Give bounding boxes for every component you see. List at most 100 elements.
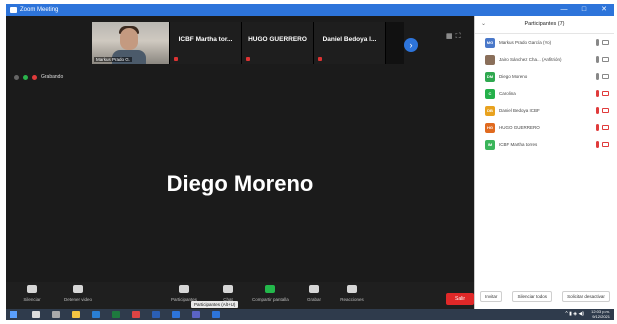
stop-video-button[interactable]: Detener video bbox=[60, 285, 96, 302]
avatar: MG bbox=[485, 38, 495, 48]
thumbnail-camera[interactable]: Markus Prado G. bbox=[92, 22, 170, 64]
video-area: Markus Prado G. ICBF Martha tor... HUGO … bbox=[6, 16, 474, 291]
participants-panel: ⌄ Participantes (7) MG Markus Prado Garcí… bbox=[474, 16, 614, 309]
clock-date: 9/12/2021 bbox=[592, 313, 610, 319]
participant-name: Diego Moreno bbox=[499, 74, 528, 79]
next-page-icon[interactable]: › bbox=[404, 38, 418, 52]
mic-muted-icon[interactable] bbox=[596, 90, 599, 97]
avatar: HG bbox=[485, 123, 495, 133]
fullscreen-icon[interactable]: ⛶ bbox=[456, 33, 464, 40]
panel-footer: Invitar Silenciar todos Solicitar desact… bbox=[475, 283, 614, 309]
record-label: Grabar bbox=[306, 297, 321, 302]
record-icon bbox=[309, 285, 319, 293]
mute-all-button[interactable]: Silenciar todos bbox=[512, 290, 552, 302]
more-options-button[interactable]: Solicitar desactivar bbox=[562, 290, 610, 302]
invite-button[interactable]: Invitar bbox=[480, 290, 503, 302]
minimize-icon[interactable]: — bbox=[554, 4, 574, 16]
participants-tooltip: Participantes (Alt+U) bbox=[191, 301, 239, 308]
muted-mic-icon bbox=[174, 57, 178, 61]
thumbnail-label: Daniel Bedoya I... bbox=[322, 36, 377, 43]
teams-icon[interactable] bbox=[192, 311, 200, 318]
share-screen-label: Compartir pantalla bbox=[252, 297, 289, 302]
participants-icon bbox=[179, 285, 189, 293]
reactions-label: Reacciones bbox=[340, 297, 364, 302]
video-off-icon[interactable] bbox=[602, 108, 609, 113]
participant-row[interactable]: HG HUGO GUERRERO bbox=[475, 119, 614, 136]
microphone-icon[interactable] bbox=[596, 56, 599, 63]
participant-list: MG Markus Prado García (Yo) Jairo Sánchez … bbox=[475, 34, 614, 153]
zoom-meeting-taskbar-icon[interactable] bbox=[212, 311, 220, 318]
clock: 12:03 p.m. 9/12/2021 bbox=[591, 309, 610, 319]
maximize-icon[interactable]: □ bbox=[574, 4, 594, 16]
participant-row[interactable]: C Carolina bbox=[475, 85, 614, 102]
reactions-button[interactable]: Reacciones bbox=[334, 285, 370, 302]
share-screen-button[interactable]: Compartir pantalla bbox=[252, 285, 289, 302]
muted-mic-icon bbox=[318, 57, 322, 61]
thumbnail-tile[interactable]: HUGO GUERRERO bbox=[242, 22, 314, 64]
mic-muted-icon[interactable] bbox=[596, 124, 599, 131]
video-camera-icon[interactable] bbox=[602, 74, 609, 79]
grid-view-icon[interactable]: ▦ bbox=[446, 33, 456, 40]
status-row: Grabando bbox=[14, 74, 63, 80]
chat-icon bbox=[223, 285, 233, 293]
video-off-icon[interactable] bbox=[602, 91, 609, 96]
avatar: DB bbox=[485, 106, 495, 116]
mic-muted-icon[interactable] bbox=[596, 107, 599, 114]
participant-row[interactable]: IM ICBF Martha torres bbox=[475, 136, 614, 153]
chrome-icon[interactable] bbox=[132, 311, 140, 318]
excel-icon[interactable] bbox=[112, 311, 120, 318]
windows-start-icon[interactable] bbox=[10, 311, 17, 318]
info-icon[interactable] bbox=[14, 74, 19, 80]
panel-header: ⌄ Participantes (7) bbox=[475, 16, 614, 34]
participant-row[interactable]: MG Markus Prado García (Yo) bbox=[475, 34, 614, 51]
participant-name: Jairo Sánchez Cha... (Anfitrión) bbox=[499, 57, 562, 62]
security-shield-icon[interactable] bbox=[23, 74, 28, 80]
record-button[interactable]: Grabar bbox=[296, 285, 332, 302]
system-tray-icons[interactable]: ^ ▮ ◈ ◀) bbox=[565, 311, 584, 317]
participant-row[interactable]: DM Diego Moreno bbox=[475, 68, 614, 85]
video-camera-icon[interactable] bbox=[602, 57, 609, 62]
participants-button[interactable]: Participantes bbox=[166, 285, 202, 302]
thumbnail-strip: Markus Prado G. ICBF Martha tor... HUGO … bbox=[92, 22, 404, 64]
mic-muted-icon[interactable] bbox=[596, 141, 599, 148]
share-screen-icon bbox=[265, 285, 275, 293]
active-speaker-name: Diego Moreno bbox=[166, 171, 314, 196]
video-off-icon[interactable] bbox=[602, 142, 609, 147]
windows-taskbar: ^ ▮ ◈ ◀) 12:03 p.m. 9/12/2021 bbox=[6, 309, 614, 320]
view-options: ▦⛶ bbox=[446, 32, 464, 41]
stop-video-label: Detener video bbox=[63, 297, 93, 302]
participant-face bbox=[120, 28, 138, 50]
word-icon[interactable] bbox=[152, 311, 160, 318]
participant-name: ICBF Martha torres bbox=[499, 142, 538, 147]
zoom-app-icon bbox=[10, 7, 17, 13]
chat-button[interactable]: Chat bbox=[210, 285, 246, 302]
search-icon[interactable] bbox=[32, 311, 40, 318]
recording-label: Grabando bbox=[41, 74, 64, 80]
edge-browser-icon[interactable] bbox=[92, 311, 100, 318]
video-off-icon[interactable] bbox=[602, 125, 609, 130]
avatar: IM bbox=[485, 140, 495, 150]
panel-title: Participantes (7) bbox=[524, 21, 565, 27]
zoom-window: Zoom Meeting — □ ✕ Markus Prado G. ICBF … bbox=[6, 4, 614, 320]
thumbnail-tile[interactable]: ICBF Martha tor... bbox=[170, 22, 242, 64]
thumbnail-tile[interactable]: Daniel Bedoya I... bbox=[314, 22, 386, 64]
close-icon[interactable]: ✕ bbox=[594, 4, 614, 16]
participant-row[interactable]: DB Daniel Bedoya ICBF bbox=[475, 102, 614, 119]
task-view-icon[interactable] bbox=[52, 311, 60, 318]
file-explorer-icon[interactable] bbox=[72, 311, 80, 318]
avatar: DM bbox=[485, 72, 495, 82]
participant-row[interactable]: Jairo Sánchez Cha... (Anfitrión) bbox=[475, 51, 614, 68]
participant-name: Daniel Bedoya ICBF bbox=[499, 108, 540, 113]
video-camera-icon bbox=[73, 285, 83, 293]
leave-button[interactable]: Salir bbox=[446, 293, 474, 305]
recording-dot-icon bbox=[32, 74, 37, 80]
zoom-taskbar-icon[interactable] bbox=[172, 311, 180, 318]
avatar bbox=[485, 55, 495, 65]
participant-name: HUGO GUERRERO bbox=[499, 125, 540, 130]
participant-name: Carolina bbox=[499, 91, 516, 96]
video-camera-icon[interactable] bbox=[602, 40, 609, 45]
microphone-icon[interactable] bbox=[596, 39, 599, 46]
microphone-icon[interactable] bbox=[596, 73, 599, 80]
mute-button[interactable]: Silenciar bbox=[14, 285, 50, 302]
window-title: Zoom Meeting bbox=[20, 7, 59, 13]
